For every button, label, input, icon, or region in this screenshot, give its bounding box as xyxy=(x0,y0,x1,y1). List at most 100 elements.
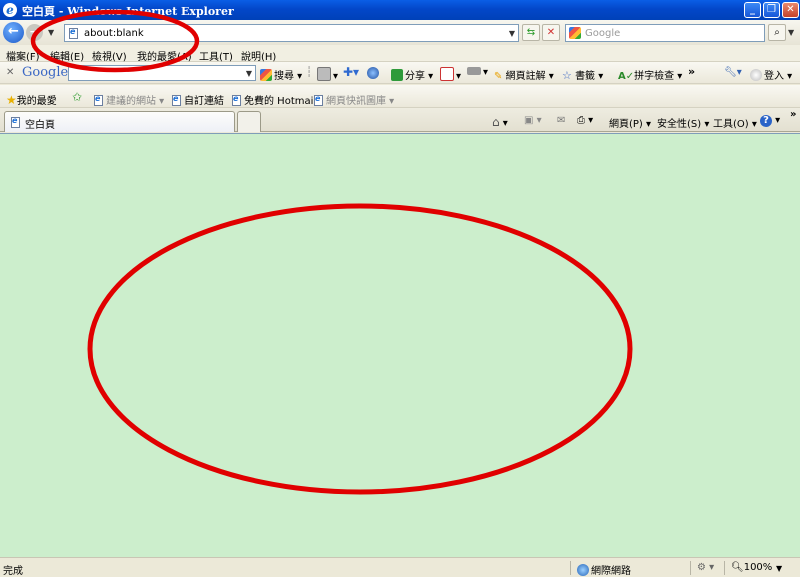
print-icon: ⎙ xyxy=(577,115,585,126)
favorites-button[interactable]: ★我的最愛 xyxy=(6,92,57,107)
fav-web-slice-gallery[interactable]: 網頁快訊圖庫 ▾ xyxy=(314,92,394,107)
zoom-dropdown-icon[interactable]: ▼ xyxy=(776,564,782,573)
favorites-star-icon: ★ xyxy=(6,93,17,107)
globe-icon xyxy=(367,67,379,79)
user-icon xyxy=(750,69,762,81)
globe-button[interactable] xyxy=(367,67,381,80)
new-tab-button[interactable] xyxy=(237,111,261,132)
tab-more-button[interactable]: » xyxy=(790,109,796,120)
status-bar: 完成 網際網路 ⚙ ▾ 🔍︎100% ▼ xyxy=(0,557,800,577)
history-dropdown-icon[interactable]: ▼ xyxy=(48,28,54,37)
tools-menu[interactable]: 工具(O) ▾ xyxy=(713,115,757,130)
page-menu[interactable]: 網頁(P) ▾ xyxy=(609,115,651,130)
menu-bar: 檔案(F) 編輯(E) 檢視(V) 我的最愛(A) 工具(T) 說明(H) xyxy=(0,45,800,63)
maximize-button[interactable]: ❐ xyxy=(763,2,780,18)
search-input[interactable]: Google xyxy=(585,28,620,39)
google-search-icon xyxy=(569,27,581,39)
counter-button[interactable]: ▾ xyxy=(467,67,488,78)
menu-view[interactable]: 檢視(V) xyxy=(92,48,127,63)
search-box[interactable]: Google xyxy=(565,24,765,42)
bookmarks-button[interactable]: ☆ 書籤 ▾ xyxy=(562,67,603,82)
page-menu-label: 網頁(P) xyxy=(609,119,643,130)
help-menu[interactable]: ? ▾ xyxy=(760,115,780,127)
mail-icon[interactable]: ✉ xyxy=(557,115,565,126)
menu-favorites[interactable]: 我的最愛(A) xyxy=(137,48,192,63)
custom-links-label: 自訂連結 xyxy=(184,96,224,107)
window-title: 空白頁 - Windows Internet Explorer xyxy=(22,5,234,18)
google-toolbar: ✕ Google ▼ 搜尋 ▾ ┆ ▾ ✚▾ 分享 ▾ ▾ ▾ ✎ 網頁註解 ▾… xyxy=(0,62,800,84)
menu-help[interactable]: 說明(H) xyxy=(241,48,276,63)
google-search-dropdown-icon[interactable]: ▼ xyxy=(246,69,252,78)
menu-edit[interactable]: 編輯(E) xyxy=(50,48,84,63)
help-icon: ? xyxy=(760,115,772,127)
title-bar[interactable]: e 空白頁 - Windows Internet Explorer _ ❐ ✕ xyxy=(0,0,800,20)
popup-blocker-icon xyxy=(440,67,454,81)
forward-arrow-icon[interactable]: → xyxy=(26,24,43,41)
blocker-button[interactable]: ▾ xyxy=(440,67,461,82)
status-text: 完成 xyxy=(3,566,23,577)
protected-mode-button[interactable]: ⚙ ▾ xyxy=(697,562,714,573)
google-search-button[interactable]: 搜尋 ▾ xyxy=(260,67,302,82)
tools-menu-label: 工具(O) xyxy=(713,119,749,130)
bookmarks-label: 書籤 xyxy=(575,71,596,82)
safety-menu[interactable]: 安全性(S) ▾ xyxy=(657,115,709,130)
print-button[interactable]: ⎙ ▾ xyxy=(577,115,593,126)
status-separator xyxy=(570,561,571,575)
zoom-button[interactable]: 🔍︎100% xyxy=(731,562,772,573)
custom-links-icon xyxy=(172,94,181,106)
tab-label: 空白頁 xyxy=(25,120,55,131)
page-options-icon xyxy=(317,67,331,81)
wrench-icon[interactable]: 🔧︎▾ xyxy=(724,67,742,78)
feeds-button[interactable]: ▣ ▾ xyxy=(524,115,542,126)
back-arrow-icon[interactable]: ← xyxy=(3,22,24,43)
search-options-icon[interactable]: ▼ xyxy=(788,28,794,37)
share-button[interactable]: 分享 ▾ xyxy=(391,67,433,82)
tab-blank-page[interactable]: 空白頁 xyxy=(4,111,235,132)
plus-icon[interactable]: ✚▾ xyxy=(343,65,359,79)
close-button[interactable]: ✕ xyxy=(782,2,799,18)
address-row: ← → ▼ about:blank ▼ ⇆ ✕ Google ⌕ ▼ xyxy=(0,20,800,45)
favorites-bar: ★我的最愛 ✩ 建議的網站 ▾ 自訂連結 免費的 Hotmail 網頁快訊圖庫 … xyxy=(0,85,800,108)
refresh-icon[interactable]: ⇆ xyxy=(522,24,540,41)
spellcheck-label: 拼字檢查 xyxy=(634,71,675,82)
home-button[interactable]: ⌂ ▾ xyxy=(492,115,508,129)
annotate-button[interactable]: ✎ 網頁註解 ▾ xyxy=(494,67,554,82)
hotmail-icon xyxy=(232,94,241,106)
address-dropdown-icon[interactable]: ▼ xyxy=(509,29,515,38)
google-icon xyxy=(260,69,272,81)
page-options-button[interactable]: ▾ xyxy=(317,67,338,82)
google-search-input[interactable]: ▼ xyxy=(68,65,256,81)
signin-label: 登入 xyxy=(764,71,784,82)
web-slice-label: 網頁快訊圖庫 xyxy=(326,96,386,107)
search-go-icon[interactable]: ⌕ xyxy=(768,24,786,41)
favorites-label: 我的最愛 xyxy=(16,96,57,107)
suggested-sites-icon xyxy=(94,94,103,106)
home-icon: ⌂ xyxy=(492,115,500,129)
signin-button[interactable]: 登入 ▾ xyxy=(750,67,792,82)
spellcheck-button[interactable]: A✓拼字檢查 ▾ xyxy=(618,67,682,82)
page-content-area[interactable] xyxy=(0,133,800,557)
zoom-icon: 🔍︎ xyxy=(731,562,744,573)
hotmail-label: 免費的 Hotmail xyxy=(244,96,317,107)
minimize-button[interactable]: _ xyxy=(744,2,761,18)
address-input[interactable]: about:blank xyxy=(84,28,144,39)
safety-menu-label: 安全性(S) xyxy=(657,119,702,130)
star-icon: ☆ xyxy=(562,69,572,82)
menu-tools[interactable]: 工具(T) xyxy=(199,48,233,63)
status-separator xyxy=(690,561,691,575)
status-separator xyxy=(724,561,725,575)
menu-file[interactable]: 檔案(F) xyxy=(6,48,40,63)
security-zone[interactable]: 網際網路 xyxy=(577,562,631,577)
stop-icon[interactable]: ✕ xyxy=(542,24,560,41)
address-bar[interactable]: about:blank ▼ xyxy=(64,24,519,42)
fav-custom-links[interactable]: 自訂連結 xyxy=(172,92,224,107)
close-toolbar-icon[interactable]: ✕ xyxy=(6,67,14,78)
fav-suggested-sites[interactable]: 建議的網站 ▾ xyxy=(94,92,164,107)
more-tools-button[interactable]: » xyxy=(688,65,695,78)
add-favorite-icon[interactable]: ✩ xyxy=(72,90,82,104)
tab-row: 空白頁 ⌂ ▾ ▣ ▾ ✉ ⎙ ▾ 網頁(P) ▾ 安全性(S) ▾ 工具(O)… xyxy=(0,108,800,132)
zoom-label: 100% xyxy=(743,562,773,573)
share-label: 分享 xyxy=(405,71,425,82)
toolbar-separator-icon: ┆ xyxy=(306,67,313,78)
fav-hotmail[interactable]: 免費的 Hotmail xyxy=(232,92,316,107)
